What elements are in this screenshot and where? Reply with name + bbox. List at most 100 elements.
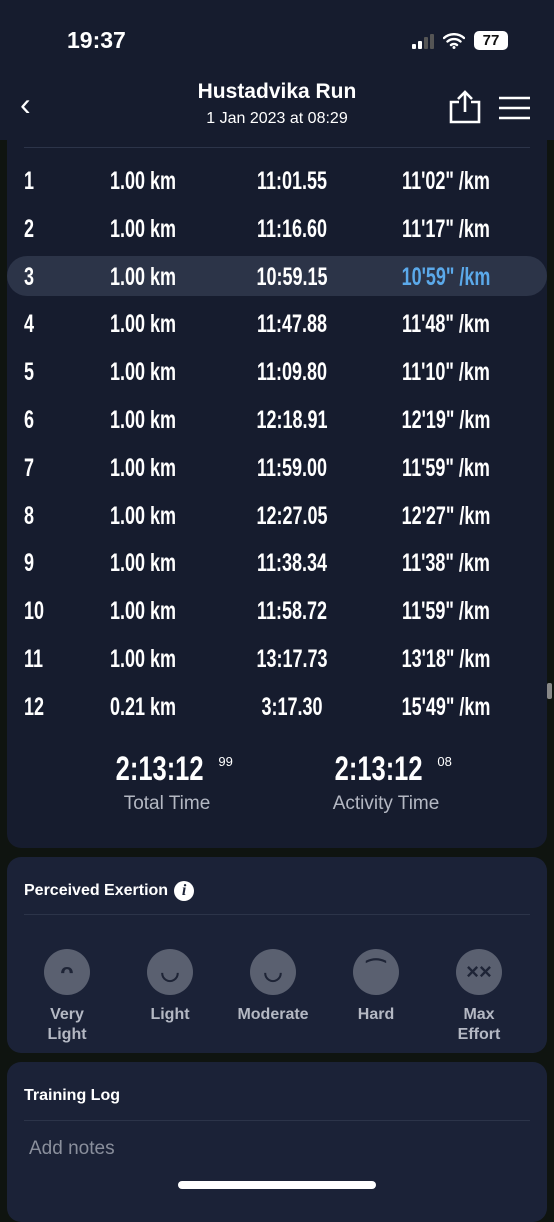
activity-time-fraction: 08 [437, 754, 452, 769]
training-log-title: Training Log [24, 1087, 120, 1104]
lap-pace: 11'59" /km [402, 597, 490, 626]
divider [24, 147, 530, 148]
exertion-label: Hard [357, 1006, 395, 1023]
lap-row[interactable]: 2 1.00 km 11:16.60 11'17" /km [7, 208, 547, 248]
laughing-face-icon: ᴖ [44, 949, 90, 995]
lap-idx: 10 [24, 597, 45, 626]
activity-time-label: Activity Time [332, 793, 440, 814]
lap-pace: 13'18" /km [401, 645, 491, 673]
lap-time: 12:27.05 [256, 501, 328, 530]
scrollbar[interactable] [547, 683, 552, 699]
lap-idx: 3 [24, 262, 35, 291]
lap-idx: 8 [24, 501, 35, 530]
lap-idx: 2 [24, 214, 35, 243]
lap-row[interactable]: 3 1.00 km 10:59.15 10'59" /km [7, 255, 547, 296]
lap-row[interactable]: 1 1.00 km 11:01.55 11'02" /km [7, 160, 547, 200]
total-time-value: 2:13:12 [115, 750, 204, 788]
lap-pace: 10'59" /km [401, 262, 491, 291]
total-time: 2:13:12 99 Total Time [57, 750, 277, 815]
training-log-card: Training Log Add notes [7, 1062, 547, 1222]
lap-time: 11:58.72 [256, 597, 328, 626]
lap-time: 11:47.88 [256, 310, 328, 339]
lap-dist: 1.00 km [109, 501, 177, 530]
lap-dist: 1.00 km [109, 214, 177, 243]
lap-dist: 1.00 km [109, 406, 177, 434]
exertion-label: Very Light [47, 1006, 87, 1043]
laps-card: 1 1.00 km 11:01.55 11'02" /km 2 1.00 km 11:16.… [7, 130, 547, 848]
divider [24, 914, 530, 915]
strained-face-icon: ⁀ [353, 949, 399, 995]
dizzy-face-icon: ×× [456, 949, 502, 995]
home-indicator[interactable] [178, 1181, 376, 1189]
exertion-label: Moderate [237, 1006, 309, 1023]
lap-pace: 11'59" /km [402, 453, 490, 482]
exertion-option[interactable]: ◡ Light [120, 949, 220, 1025]
lap-row[interactable]: 4 1.00 km 11:47.88 11'48" /km [7, 303, 547, 343]
lap-pace: 12'19" /km [401, 406, 491, 434]
lap-time: 10:59.15 [256, 262, 328, 291]
lap-time: 12:18.91 [256, 406, 328, 434]
exertion-title: Perceived Exertion [24, 882, 169, 900]
lap-row[interactable]: 6 1.00 km 12:18.91 12'19" /km [7, 399, 547, 439]
battery-icon: 77 [474, 31, 508, 50]
status-time: 19:37 [67, 27, 126, 53]
exertion-option[interactable]: ⁀ Hard [326, 949, 426, 1025]
lap-dist: 1.00 km [109, 167, 177, 195]
lap-dist: 1.00 km [109, 310, 177, 339]
info-icon[interactable]: i [174, 881, 195, 901]
lap-pace: 15'49" /km [401, 692, 491, 721]
lap-time: 3:17.30 [261, 692, 323, 721]
lap-pace: 11'10" /km [402, 358, 490, 387]
grinning-face-icon: ◡ [147, 949, 193, 995]
total-time-fraction: 99 [218, 754, 233, 769]
notes-input[interactable]: Add notes [29, 1138, 115, 1160]
lap-dist: 1.00 km [109, 597, 177, 626]
lap-time: 11:01.55 [256, 167, 328, 195]
lap-pace: 11'48" /km [402, 310, 490, 339]
lap-idx: 9 [24, 549, 35, 578]
divider [24, 1120, 530, 1121]
signal-icon [412, 33, 434, 49]
lap-idx: 7 [24, 453, 35, 482]
lap-idx: 1 [24, 167, 35, 195]
lap-pace: 11'02" /km [402, 167, 490, 195]
lap-idx: 4 [24, 310, 35, 339]
lap-row[interactable]: 12 0.21 km 3:17.30 15'49" /km [7, 686, 547, 726]
lap-idx: 11 [24, 645, 44, 673]
lap-pace: 11'17" /km [402, 214, 490, 243]
lap-row[interactable]: 9 1.00 km 11:38.34 11'38" /km [7, 542, 547, 582]
lap-idx: 5 [24, 358, 35, 387]
lap-pace: 12'27" /km [401, 501, 491, 530]
lap-time: 13:17.73 [256, 645, 328, 673]
lap-pace: 11'38" /km [402, 549, 490, 578]
exertion-option[interactable]: ×× Max Effort [429, 949, 529, 1045]
lap-row[interactable]: 7 1.00 km 11:59.00 11'59" /km [7, 447, 547, 487]
lap-time: 11:09.80 [256, 358, 328, 387]
exertion-heading: Perceived Exertion i [24, 881, 195, 901]
menu-icon[interactable] [498, 96, 531, 120]
lap-row[interactable]: 11 1.00 km 13:17.73 13'18" /km [7, 638, 547, 678]
wifi-icon [443, 32, 465, 49]
lap-dist: 1.00 km [109, 645, 177, 673]
total-time-label: Total Time [123, 793, 211, 814]
lap-dist: 1.00 km [109, 262, 177, 291]
lap-time: 11:38.34 [256, 549, 328, 578]
activity-time: 2:13:12 08 Activity Time [276, 750, 496, 815]
exertion-option[interactable]: ◡ Moderate [223, 949, 323, 1025]
status-icons: 77 [412, 31, 508, 50]
smiling-face-icon: ◡ [250, 949, 296, 995]
lap-time: 11:16.60 [256, 214, 328, 243]
lap-dist: 1.00 km [109, 453, 177, 482]
lap-row[interactable]: 10 1.00 km 11:58.72 11'59" /km [7, 590, 547, 630]
lap-row[interactable]: 5 1.00 km 11:09.80 11'10" /km [7, 351, 547, 391]
share-icon[interactable] [448, 90, 482, 124]
lap-dist: 1.00 km [109, 358, 177, 387]
lap-row[interactable]: 8 1.00 km 12:27.05 12'27" /km [7, 495, 547, 535]
activity-time-value: 2:13:12 [334, 750, 423, 788]
exertion-option[interactable]: ᴖ Very Light [17, 949, 117, 1045]
lap-time: 11:59.00 [256, 453, 328, 482]
lap-idx: 6 [24, 406, 35, 434]
perceived-exertion-card: Perceived Exertion i ᴖ Very Light ◡ Light ◡ Mo… [7, 857, 547, 1053]
lap-idx: 12 [24, 692, 45, 721]
exertion-label: Light [150, 1006, 190, 1023]
